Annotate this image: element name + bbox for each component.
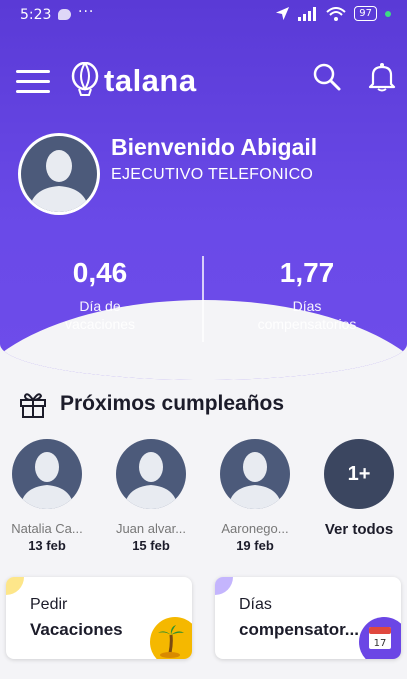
- palm-tree-icon: [158, 625, 184, 658]
- compensatory-days-label: Días compensatorios: [257, 298, 357, 332]
- calendar-icon: 17: [369, 627, 391, 649]
- message-icon: [58, 9, 71, 20]
- birthday-name: Aaronego...: [221, 521, 289, 536]
- birthday-person[interactable]: Natalia Ca... 13 feb: [0, 439, 95, 553]
- vacation-days-label: Día de vacaciones: [64, 298, 136, 332]
- battery-indicator: 97: [354, 6, 377, 21]
- more-count-badge: 1+: [324, 439, 394, 509]
- camera-indicator-dot: [385, 10, 391, 17]
- more-notifications-icon: ···: [78, 4, 95, 20]
- user-silhouette-icon: [228, 452, 282, 509]
- calendar-day: 17: [374, 638, 387, 649]
- birthday-date: 13 feb: [28, 538, 66, 553]
- card-line1: Días: [239, 596, 272, 613]
- card-corner-accent: [215, 577, 233, 595]
- birthday-person[interactable]: Aaronego... 19 feb: [207, 439, 303, 553]
- birthday-date: 19 feb: [236, 538, 274, 553]
- menu-button[interactable]: [16, 70, 50, 96]
- location-icon: [276, 6, 290, 21]
- stats-divider: [202, 256, 204, 342]
- birthday-name: Juan alvar...: [115, 521, 187, 536]
- balloon-logo-icon: [71, 62, 99, 96]
- request-vacation-card[interactable]: Pedir Vacaciones: [6, 577, 192, 659]
- see-all-label: Ver todos: [324, 521, 394, 538]
- avatar: [116, 439, 186, 509]
- search-button[interactable]: [312, 62, 342, 92]
- bell-icon: [368, 63, 396, 92]
- card-line1: Pedir: [30, 596, 68, 613]
- talana-logo: talana: [70, 62, 197, 100]
- welcome-title: Bienvenido Abigail: [111, 134, 318, 160]
- search-icon: [313, 63, 341, 91]
- user-silhouette-icon: [29, 150, 89, 212]
- card-corner-accent: [6, 577, 24, 595]
- user-silhouette-icon: [124, 452, 178, 509]
- gift-icon: [20, 393, 46, 418]
- status-bar: 5:23 ··· 97: [0, 0, 407, 32]
- signal-icon: [298, 6, 317, 21]
- status-time: 5:23: [20, 7, 52, 23]
- birthday-person[interactable]: Juan alvar... 15 feb: [103, 439, 199, 553]
- birthdays-section-title: Próximos cumpleaños: [18, 389, 284, 419]
- logo-text: talana: [104, 63, 197, 98]
- compensatory-days-value: 1,77: [279, 257, 335, 288]
- card-line2: compensator...: [239, 620, 359, 639]
- avatar: [12, 439, 82, 509]
- vacation-days-value: 0,46: [72, 257, 128, 288]
- user-silhouette-icon: [20, 452, 74, 509]
- notifications-button[interactable]: [368, 62, 396, 92]
- card-badge: 17: [359, 617, 401, 659]
- card-badge: [150, 617, 192, 659]
- avatar: [220, 439, 290, 509]
- user-avatar[interactable]: [18, 133, 100, 215]
- birthdays-title: Próximos cumpleaños: [60, 392, 285, 415]
- birthday-date: 15 feb: [132, 538, 170, 553]
- birthday-name: Natalia Ca...: [11, 521, 83, 536]
- user-role: EJECUTIVO TELEFONICO: [111, 166, 314, 183]
- compensatory-days-card[interactable]: Días compensator... 17: [215, 577, 401, 659]
- see-all-birthdays-button[interactable]: 1+ Ver todos: [311, 439, 407, 538]
- card-line2: Vacaciones: [30, 620, 123, 639]
- vacation-days-stat[interactable]: 0,46 Día de vacaciones: [0, 257, 200, 333]
- compensatory-days-stat[interactable]: 1,77 Días compensatorios: [207, 257, 407, 333]
- wifi-icon: [326, 6, 346, 21]
